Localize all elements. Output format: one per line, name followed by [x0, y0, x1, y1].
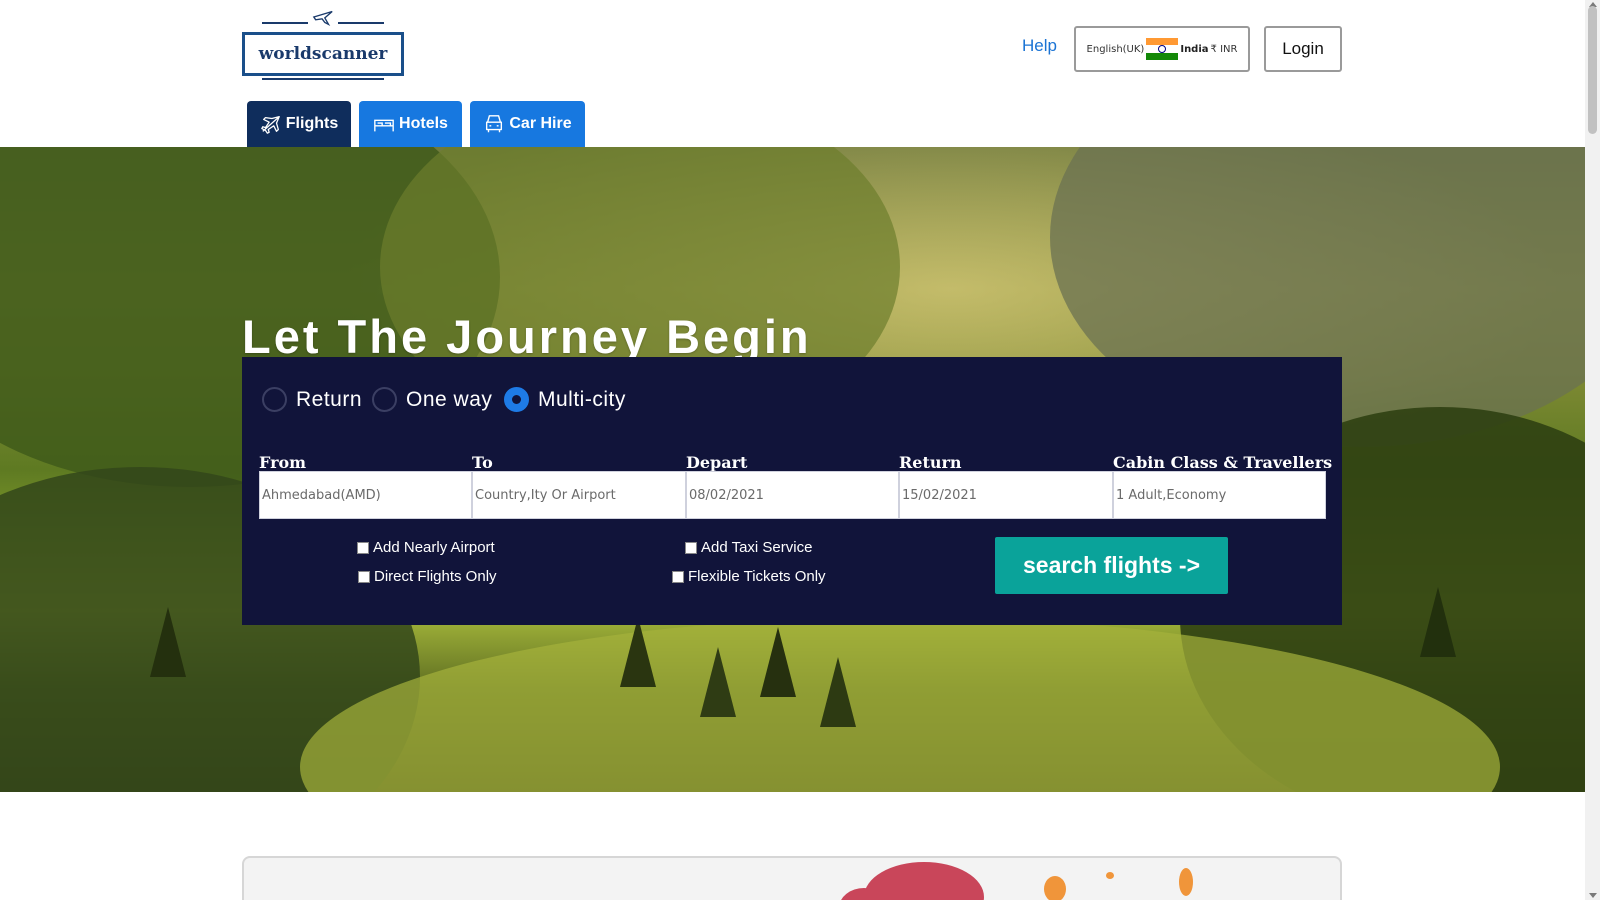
tree-shape — [760, 627, 796, 697]
logo-box: worldscanner — [242, 32, 404, 76]
radio-button-selected[interactable] — [504, 387, 529, 412]
to-input[interactable] — [475, 472, 685, 518]
option-label: Flexible Tickets Only — [688, 568, 826, 585]
tree-shape — [820, 657, 856, 727]
checkbox[interactable] — [357, 541, 369, 554]
return-date-input[interactable] — [902, 472, 1112, 518]
depart-label: Depart — [686, 453, 748, 472]
hero-title: Let The Journey Begin — [242, 310, 812, 363]
logo-line — [262, 78, 384, 80]
to-field[interactable] — [472, 471, 686, 519]
radio-button[interactable] — [262, 387, 287, 412]
search-flights-button[interactable]: search flights -> — [995, 537, 1228, 594]
map-region — [1179, 868, 1193, 896]
option-direct-flights[interactable]: Direct Flights Only — [358, 568, 497, 585]
brand-name: worldscanner — [258, 44, 388, 64]
trip-label: Multi-city — [538, 387, 626, 411]
map-region — [1044, 876, 1066, 900]
option-taxi-service[interactable]: Add Taxi Service — [685, 539, 812, 556]
tree-shape — [150, 607, 186, 677]
help-link[interactable]: Help — [1022, 36, 1057, 56]
trip-option-one-way[interactable]: One way — [372, 387, 492, 412]
option-label: Direct Flights Only — [374, 568, 497, 585]
car-icon — [486, 115, 503, 133]
cabin-travellers-label: Cabin Class & Travellers — [1113, 453, 1333, 472]
tab-label: Car Hire — [509, 115, 572, 132]
plane-icon — [312, 10, 333, 26]
radio-button[interactable] — [372, 387, 397, 412]
option-label: Add Nearly Airport — [373, 539, 495, 556]
checkbox[interactable] — [685, 541, 697, 554]
tab-flights[interactable]: Flights — [247, 101, 351, 147]
destination-map-card — [242, 856, 1342, 900]
locale-selector[interactable]: English(UK) India ₹ INR — [1074, 26, 1250, 72]
trip-label: One way — [406, 387, 493, 411]
page: worldscanner Help English(UK) India ₹ IN… — [0, 0, 1600, 900]
return-field[interactable] — [899, 471, 1113, 519]
depart-date-input[interactable] — [689, 472, 898, 518]
checkbox[interactable] — [358, 570, 370, 583]
option-label: Add Taxi Service — [701, 539, 813, 556]
logo-line — [338, 22, 384, 24]
page-scrollbar[interactable] — [1585, 0, 1600, 900]
tab-car-hire[interactable]: Car Hire — [470, 101, 585, 147]
locale-currency: ₹ INR — [1210, 43, 1238, 55]
tab-hotels[interactable]: Hotels — [359, 101, 462, 147]
india-flag-icon — [1146, 38, 1179, 60]
scroll-down-icon[interactable] — [1589, 893, 1597, 898]
logo-line — [262, 22, 308, 24]
map-region — [1106, 872, 1114, 879]
hero-banner: Let The Journey Begin Return One way Mul… — [0, 147, 1585, 792]
tree-shape — [700, 647, 736, 717]
from-label: From — [259, 453, 307, 472]
search-panel: Return One way Multi-city From To Depart… — [242, 357, 1342, 625]
option-flexible-tickets[interactable]: Flexible Tickets Only — [672, 568, 826, 585]
tab-label: Hotels — [399, 115, 448, 132]
tree-shape — [1420, 587, 1456, 657]
checkbox[interactable] — [672, 570, 684, 583]
login-button[interactable]: Login — [1264, 26, 1342, 72]
cabin-travellers-field[interactable] — [1113, 471, 1326, 519]
bed-icon — [374, 119, 394, 132]
trip-option-multi-city[interactable]: Multi-city — [504, 387, 626, 412]
plane-icon — [260, 116, 280, 134]
scroll-thumb[interactable] — [1588, 6, 1597, 134]
cabin-travellers-input[interactable] — [1116, 472, 1325, 518]
tree-shape — [620, 617, 656, 687]
tab-label: Flights — [285, 115, 339, 132]
from-field[interactable] — [259, 471, 472, 519]
from-input[interactable] — [262, 472, 471, 518]
depart-field[interactable] — [686, 471, 899, 519]
to-label: To — [472, 453, 493, 472]
option-nearby-airport[interactable]: Add Nearly Airport — [357, 539, 495, 556]
locale-country: India — [1180, 43, 1209, 55]
return-label: Return — [899, 453, 962, 472]
brand-logo[interactable]: worldscanner — [242, 8, 404, 80]
locale-language: English(UK) — [1086, 43, 1145, 55]
trip-option-return[interactable]: Return — [262, 387, 362, 412]
trip-label: Return — [296, 387, 363, 411]
